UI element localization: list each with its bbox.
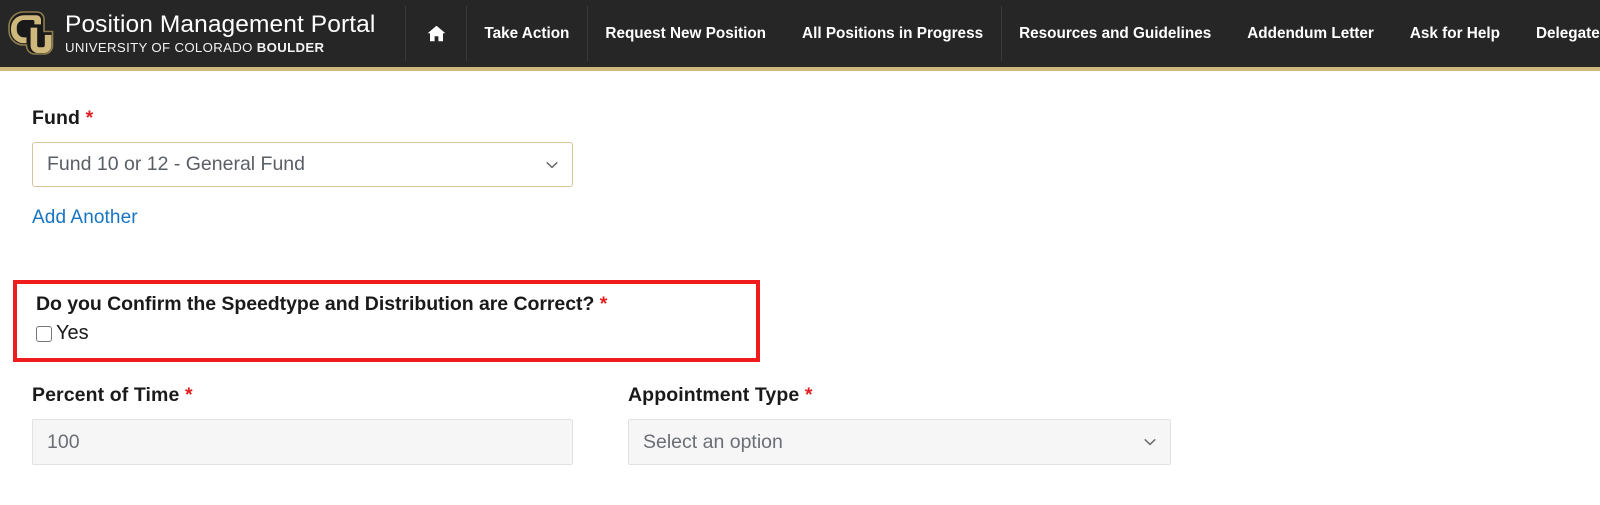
chevron-down-icon [545,158,559,172]
confirm-question-text: Do you Confirm the Speedtype and Distrib… [36,293,595,315]
percent-of-time-field-group: Percent of Time * 100 [32,384,628,465]
site-header: Position Management Portal UNIVERSITY OF… [0,0,1600,71]
appointment-type-field-group: Appointment Type * Select an option [628,384,1188,465]
fund-required-marker: * [85,107,94,129]
percent-of-time-label: Percent of Time * [32,384,628,407]
appointment-type-select[interactable]: Select an option [628,419,1171,465]
confirm-yes-checkbox[interactable] [36,325,52,342]
nav-item-request-new-position[interactable]: Request New Position [587,0,784,67]
nav-item-ask-for-help[interactable]: Ask for Help [1392,0,1518,67]
nav-item-home[interactable] [405,0,466,67]
appointment-type-required-marker: * [804,384,813,406]
nav-item-resources-and-guidelines[interactable]: Resources and Guidelines [1001,0,1229,67]
fund-select[interactable]: Fund 10 or 12 - General Fund [32,142,573,187]
cu-logo-icon [8,10,54,55]
percent-of-time-label-text: Percent of Time [32,384,180,406]
nav-item-take-action[interactable]: Take Action [466,0,587,67]
fund-label: Fund * [32,107,1600,130]
fund-select-value: Fund 10 or 12 - General Fund [47,153,305,175]
home-icon [427,25,446,42]
brand-text: Position Management Portal UNIVERSITY OF… [65,13,375,54]
chevron-down-icon [1143,435,1157,449]
portal-title: Position Management Portal [65,11,376,39]
portal-subtitle: UNIVERSITY OF COLORADO BOULDER [65,41,375,54]
brand[interactable]: Position Management Portal UNIVERSITY OF… [0,0,391,67]
subtitle-bold: BOULDER [256,39,325,55]
confirm-checkbox-row: Yes [36,322,756,345]
add-another-link[interactable]: Add Another [32,207,138,229]
nav-item-addendum-letter[interactable]: Addendum Letter [1229,0,1392,67]
main-navigation: Take Action Request New Position All Pos… [391,0,1600,67]
confirm-speedtype-highlight-box: Do you Confirm the Speedtype and Distrib… [13,280,760,362]
bottom-field-row: Percent of Time * 100 Appointment Type *… [32,384,1188,465]
subtitle-plain: UNIVERSITY OF COLORADO [65,39,257,55]
fund-field-group: Fund * Fund 10 or 12 - General Fund [32,71,1600,187]
confirm-yes-label: Yes [56,322,89,344]
form-area: Fund * Fund 10 or 12 - General Fund Add … [0,71,1600,229]
appointment-type-value: Select an option [643,430,783,453]
percent-of-time-value: 100 [47,430,80,453]
percent-of-time-required-marker: * [184,384,193,406]
fund-label-text: Fund [32,107,81,129]
nav-item-delegates[interactable]: Delegates [1518,0,1600,67]
confirm-question-label: Do you Confirm the Speedtype and Distrib… [36,293,756,316]
percent-of-time-input[interactable]: 100 [32,419,573,465]
nav-item-all-positions-in-progress[interactable]: All Positions in Progress [784,0,1001,67]
appointment-type-label-text: Appointment Type [628,384,800,406]
confirm-required-marker: * [599,293,608,315]
appointment-type-label: Appointment Type * [628,384,1188,407]
